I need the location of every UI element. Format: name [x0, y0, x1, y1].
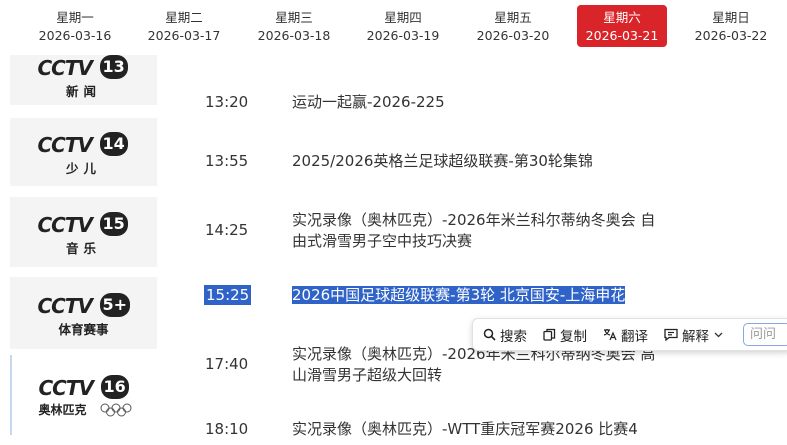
copy-icon: [543, 328, 556, 341]
date-label: 2026-03-21: [585, 28, 659, 43]
program-title-line: 运动一起赢-2026-225: [292, 93, 445, 111]
logo-channel-name: 体育赛事: [58, 322, 109, 337]
weekday-label: 星期日: [712, 10, 750, 25]
logo-brand: CCTV: [37, 133, 93, 157]
logo-number: 16: [100, 375, 129, 399]
channel-item-cctv13[interactable]: CCTV 13 新闻: [10, 55, 157, 105]
channel-item-cctv5plus[interactable]: CCTV 5+ 体育赛事: [10, 277, 157, 349]
program-title-line: 实况录像（奥林匹克）-WTT重庆冠军赛2026 比赛4: [292, 420, 638, 438]
program-title: 2026中国足球超级联赛-第3轮 北京国安-上海申花: [292, 285, 692, 306]
logo-number: 13: [99, 55, 128, 79]
explain-button[interactable]: 解释: [664, 325, 727, 345]
program-time: 18:10: [205, 420, 249, 438]
program-time: 13:20: [205, 93, 249, 111]
explain-icon: [664, 328, 678, 341]
translate-icon: [603, 329, 617, 341]
date-label: 2026-03-22: [694, 28, 768, 43]
logo-number: 14: [99, 132, 128, 156]
translate-label: 翻译: [621, 328, 648, 345]
cctv16-logo-icon: CCTV 16 奥林匹克: [39, 372, 131, 418]
program-title-line: 山滑雪男子超级大回转: [292, 366, 443, 384]
weekday-label: 星期三: [275, 10, 313, 25]
date-tab-wed[interactable]: 星期三 2026-03-18: [249, 5, 339, 47]
logo-brand: CCTV: [37, 56, 93, 80]
cctv14-logo-icon: CCTV 14 少儿: [37, 129, 130, 176]
copy-label: 复制: [560, 328, 587, 345]
logo-number: 5+: [99, 293, 131, 317]
date-tab-sat[interactable]: 星期六 2026-03-21: [577, 5, 667, 47]
logo-channel-name: 音乐: [65, 241, 101, 256]
logo-brand: CCTV: [37, 213, 93, 237]
logo-brand: CCTV: [38, 376, 94, 400]
ask-input[interactable]: 问问: [743, 323, 787, 346]
selected-text[interactable]: 2026中国足球超级联赛-第3轮 北京国安-上海申花: [292, 286, 626, 304]
weekday-label: 星期二: [165, 10, 203, 25]
date-tab-tue[interactable]: 星期二 2026-03-17: [139, 5, 229, 47]
date-label: 2026-03-19: [366, 28, 440, 43]
program-time: 17:40: [205, 355, 249, 373]
program-title-line: 2025/2026英格兰足球超级联赛-第30轮集锦: [292, 152, 593, 170]
logo-channel-name: 少儿: [65, 161, 101, 176]
search-label: 搜索: [500, 328, 527, 345]
search-icon: [483, 328, 496, 341]
program-title: 运动一起赢-2026-225: [292, 92, 692, 113]
channel-list: CCTV 13 新闻 CCTV 14 少儿 CCTV 15 音乐 CCTV 5+…: [0, 55, 160, 445]
program-title-line: 实况录像（奥林匹克）-2026年米兰科尔蒂纳冬奥会 自: [292, 211, 656, 229]
channel-item-cctv16[interactable]: CCTV 16 奥林匹克: [10, 355, 157, 435]
date-tab-bar: 星期一 2026-03-16 星期二 2026-03-17 星期三 2026-0…: [0, 0, 787, 50]
logo-number: 15: [99, 212, 128, 236]
copy-button[interactable]: 复制: [543, 325, 587, 345]
logo-channel-name: 奥林匹克: [38, 403, 87, 417]
cctv15-logo-icon: CCTV 15 音乐: [37, 209, 130, 256]
program-time: 15:25: [204, 285, 252, 305]
date-tab-thu[interactable]: 星期四 2026-03-19: [358, 5, 448, 47]
weekday-label: 星期四: [384, 10, 422, 25]
program-list: 13:20 运动一起赢-2026-225 13:55 2025/2026英格兰足…: [160, 55, 787, 445]
date-tab-sun[interactable]: 星期日 2026-03-22: [686, 5, 776, 47]
explain-label: 解释: [682, 328, 709, 345]
program-title: 实况录像（奥林匹克）-2026年米兰科尔蒂纳冬奥会 自 由式滑雪男子空中技巧决赛: [292, 210, 692, 252]
cctv13-logo-icon: CCTV 13 新闻: [37, 55, 130, 99]
program-title: 2025/2026英格兰足球超级联赛-第30轮集锦: [292, 151, 692, 172]
program-time: 13:55: [205, 152, 249, 170]
date-label: 2026-03-20: [476, 28, 550, 43]
selection-toolbar: 搜索 复制 翻译 解释 问问: [472, 318, 787, 351]
program-title: 实况录像（奥林匹克）-WTT重庆冠军赛2026 比赛4: [292, 419, 692, 440]
logo-brand: CCTV: [37, 294, 93, 318]
weekday-label: 星期六: [603, 10, 641, 25]
date-label: 2026-03-16: [38, 28, 112, 43]
weekday-label: 星期五: [494, 10, 532, 25]
date-label: 2026-03-18: [257, 28, 331, 43]
program-title-line: 由式滑雪男子空中技巧决赛: [292, 232, 473, 250]
date-tab-fri[interactable]: 星期五 2026-03-20: [468, 5, 558, 47]
chevron-down-icon: [714, 332, 723, 337]
olympic-rings-icon: [100, 403, 131, 417]
search-button[interactable]: 搜索: [483, 325, 527, 345]
date-tab-mon[interactable]: 星期一 2026-03-16: [30, 5, 120, 47]
channel-item-cctv15[interactable]: CCTV 15 音乐: [10, 197, 157, 267]
date-label: 2026-03-17: [147, 28, 221, 43]
channel-item-cctv14[interactable]: CCTV 14 少儿: [10, 118, 157, 186]
program-time: 14:25: [205, 221, 249, 239]
weekday-label: 星期一: [56, 10, 94, 25]
cctv5plus-logo-icon: CCTV 5+ 体育赛事: [37, 290, 131, 337]
logo-channel-name: 新闻: [65, 84, 101, 99]
translate-button[interactable]: 翻译: [603, 325, 648, 345]
